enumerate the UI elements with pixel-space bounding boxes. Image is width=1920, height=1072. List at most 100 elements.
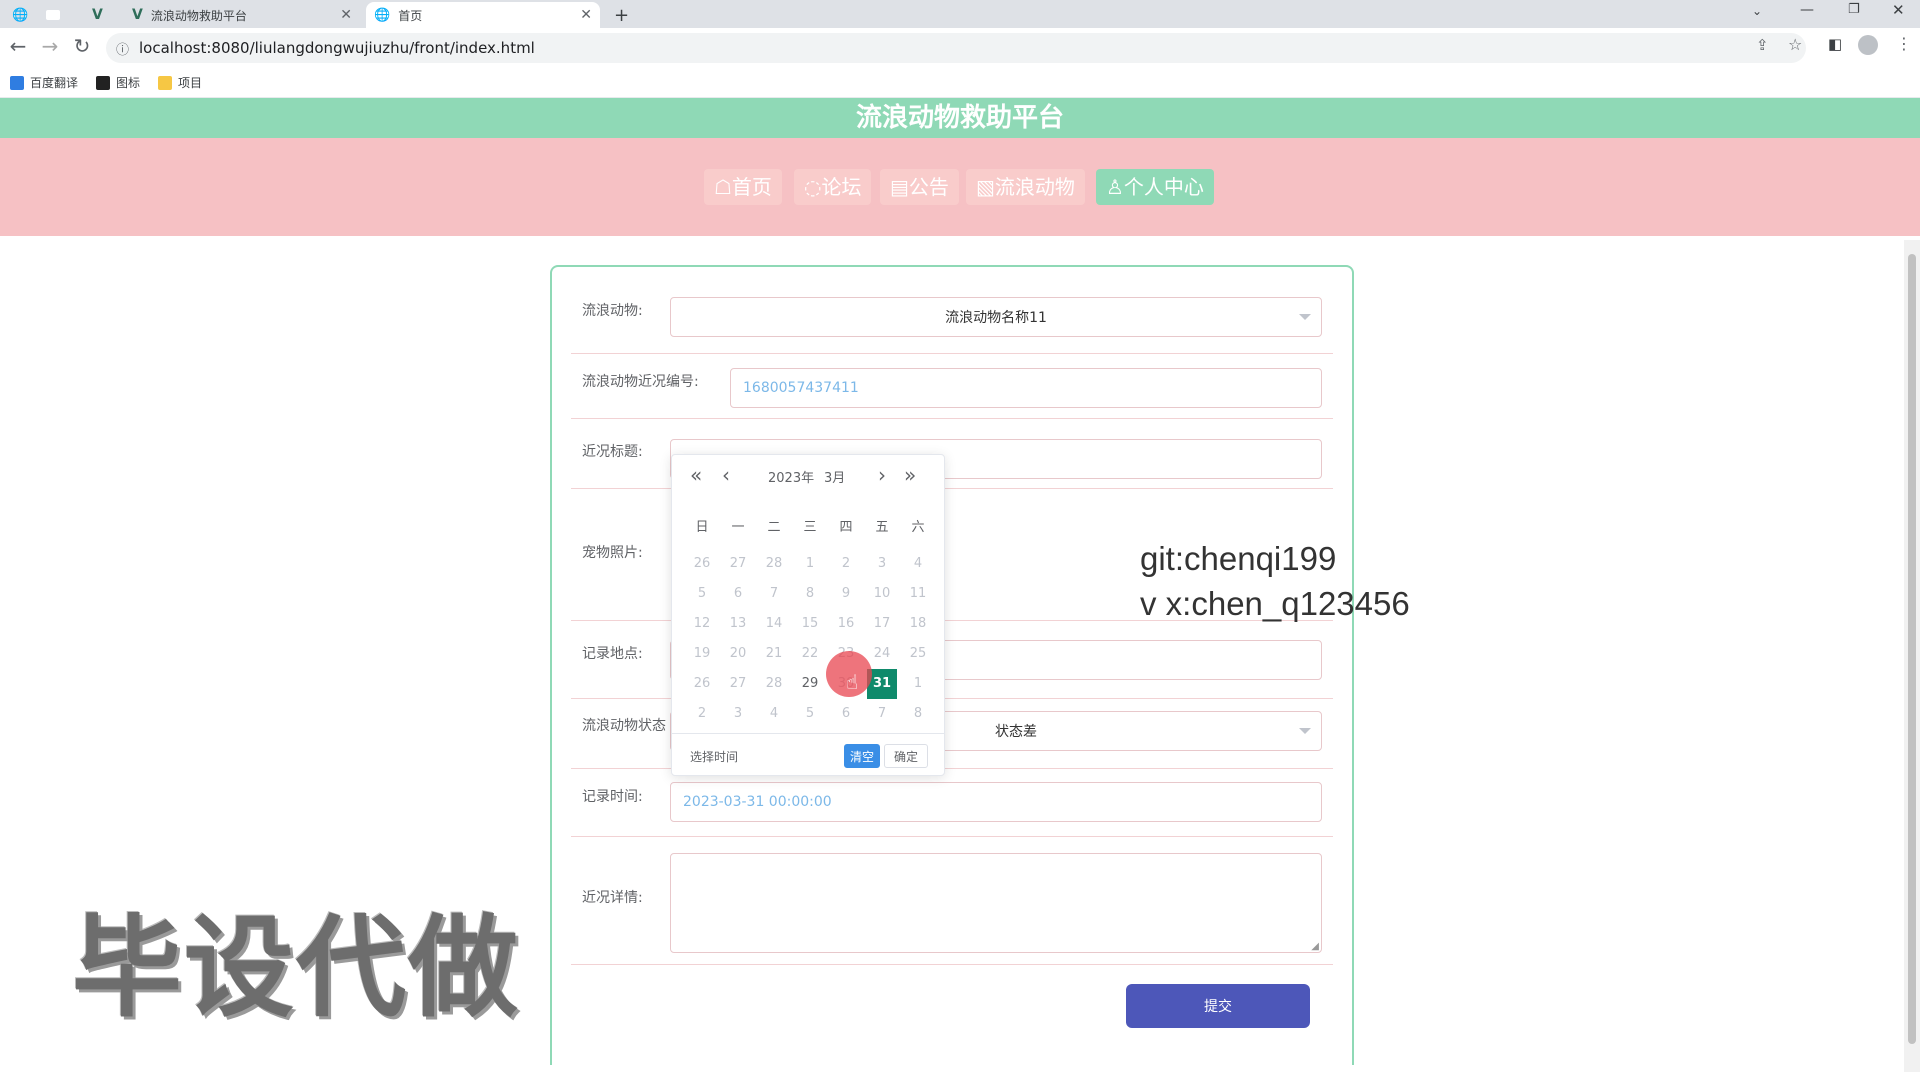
watermark-wx: v x:chen_q123456 (1140, 585, 1410, 622)
prev-year-icon[interactable]: « (690, 463, 702, 487)
forward-icon[interactable]: → (38, 34, 62, 58)
calendar-day[interactable]: 7 (756, 579, 792, 609)
browser-tab-strip: 🌐 V V 流浪动物救助平台 ✕ 🌐 首页 ✕ + ⌄ — ❐ ✕ (0, 0, 1920, 28)
calendar-day[interactable]: 28 (756, 669, 792, 699)
chevron-down-icon (1299, 314, 1311, 320)
calendar-day[interactable]: 9 (828, 579, 864, 609)
calendar-day[interactable]: 4 (756, 699, 792, 729)
nav-notice[interactable]: ▤公告 (880, 169, 959, 205)
close-tab-icon[interactable]: ✕ (340, 7, 352, 23)
animal-select[interactable]: 流浪动物名称11 (670, 297, 1322, 337)
bookmark-label: 百度翻译 (30, 76, 79, 90)
confirm-button[interactable]: 确定 (884, 744, 928, 768)
calendar-day[interactable]: 26 (684, 549, 720, 579)
clear-button[interactable]: 清空 (844, 744, 880, 768)
bookmark-icons[interactable]: 图标 (96, 74, 140, 91)
calendar-day[interactable]: 13 (720, 609, 756, 639)
select-time-link[interactable]: 选择时间 (690, 748, 738, 765)
window-close-icon[interactable]: ✕ (1892, 1, 1905, 19)
menu-dots-icon[interactable]: ⋮ (1896, 34, 1912, 53)
picker-month[interactable]: 3月 (824, 467, 845, 486)
code-input[interactable]: 1680057437411 (730, 368, 1322, 408)
new-tab-button[interactable]: + (614, 2, 636, 28)
resize-handle-icon[interactable]: ◢ (1311, 941, 1319, 952)
scrollbar-thumb[interactable] (1908, 254, 1916, 1044)
next-year-icon[interactable]: » (904, 463, 916, 487)
tab-title: 首页 (398, 8, 423, 23)
calendar-day[interactable]: 1 (900, 669, 936, 699)
back-icon[interactable]: ← (6, 34, 30, 58)
animal-select-value: 流浪动物名称11 (945, 310, 1047, 326)
calendar-day[interactable]: 5 (792, 699, 828, 729)
nav-stray-animals[interactable]: ▧流浪动物 (966, 169, 1085, 205)
calendar-day[interactable]: 25 (900, 639, 936, 669)
calendar-day[interactable]: 7 (864, 699, 900, 729)
calendar-day[interactable]: 28 (756, 549, 792, 579)
calendar-day[interactable]: 8 (792, 579, 828, 609)
nav-personal-center[interactable]: ♙个人中心 (1096, 169, 1214, 205)
close-tab-icon[interactable]: ✕ (580, 7, 592, 23)
weekday-header: 二 (767, 520, 781, 535)
tab-platform[interactable]: V 流浪动物救助平台 ✕ (126, 2, 360, 28)
tab-search-icon[interactable]: ⌄ (1752, 4, 1762, 18)
calendar-day[interactable]: 20 (720, 639, 756, 669)
plus-icon: + (614, 4, 630, 26)
pinned-tab-2[interactable] (46, 2, 72, 28)
calendar-day[interactable]: 2 (828, 549, 864, 579)
calendar-day[interactable]: 12 (684, 609, 720, 639)
pinned-tab-3[interactable]: V (92, 2, 114, 28)
calendar-day[interactable]: 8 (900, 699, 936, 729)
calendar-day[interactable]: 17 (864, 609, 900, 639)
pinned-tab-1[interactable]: 🌐 (12, 2, 34, 28)
calendar-day[interactable]: 11 (900, 579, 936, 609)
calendar-day[interactable]: 14 (756, 609, 792, 639)
submit-button[interactable]: 提交 (1126, 984, 1310, 1028)
calendar-day[interactable]: 10 (864, 579, 900, 609)
address-bar[interactable]: ⓘ localhost:8080/liulangdongwujiuzhu/fro… (106, 33, 1806, 63)
share-icon[interactable]: ⇪ (1756, 36, 1769, 54)
calendar-day[interactable]: 16 (828, 609, 864, 639)
calendar-day[interactable]: 29 (792, 669, 828, 699)
next-month-icon[interactable]: › (878, 463, 886, 487)
calendar-day[interactable]: 26 (684, 669, 720, 699)
image-icon (96, 75, 111, 90)
calendar-day[interactable]: 3 (720, 699, 756, 729)
calendar-day[interactable]: 27 (720, 669, 756, 699)
nav-home[interactable]: ☖首页 (704, 169, 782, 205)
calendar-day[interactable]: 5 (684, 579, 720, 609)
calendar-day[interactable]: 6 (828, 699, 864, 729)
calendar-day[interactable]: 19 (684, 639, 720, 669)
calendar-day[interactable]: 3 (864, 549, 900, 579)
browser-toolbar: ← → ↻ ⓘ localhost:8080/liulangdongwujiuz… (0, 28, 1920, 68)
calendar-day[interactable]: 6 (720, 579, 756, 609)
calendar-day[interactable]: 2 (684, 699, 720, 729)
reload-icon[interactable]: ↻ (70, 34, 94, 58)
calendar-day[interactable]: 27 (720, 549, 756, 579)
minimize-icon[interactable]: — (1800, 2, 1814, 18)
bookmark-projects[interactable]: 项目 (158, 74, 202, 91)
time-input[interactable]: 2023-03-31 00:00:00 (670, 782, 1322, 822)
picker-year[interactable]: 2023年 (768, 467, 814, 486)
weekday-header: 一 (731, 520, 745, 535)
hand-cursor-icon: ☝ (846, 670, 859, 694)
tab-home[interactable]: 🌐 首页 ✕ (366, 2, 600, 28)
calendar-day[interactable]: 4 (900, 549, 936, 579)
side-panel-icon[interactable]: ◧ (1828, 35, 1842, 53)
page-scrollbar[interactable] (1904, 240, 1920, 1072)
nav-forum[interactable]: ◌论坛 (794, 169, 872, 205)
calendar-day[interactable]: 21 (756, 639, 792, 669)
calendar-day[interactable]: 22 (792, 639, 828, 669)
bookmark-baidu-translate[interactable]: 百度翻译 (10, 74, 78, 91)
vue-logo-icon: V (132, 7, 143, 23)
calendar-day[interactable]: 15 (792, 609, 828, 639)
detail-textarea[interactable]: ◢ (670, 853, 1322, 953)
calendar-day[interactable]: 18 (900, 609, 936, 639)
weekday-header: 五 (875, 520, 889, 535)
watermark-big: 毕设代做 (72, 904, 520, 1032)
profile-avatar-icon[interactable] (1858, 35, 1878, 55)
bookmark-star-icon[interactable]: ☆ (1788, 35, 1802, 54)
prev-month-icon[interactable]: ‹ (722, 463, 730, 487)
restore-icon[interactable]: ❐ (1848, 2, 1860, 17)
photo-label: 宠物照片: (582, 545, 643, 561)
calendar-day[interactable]: 1 (792, 549, 828, 579)
